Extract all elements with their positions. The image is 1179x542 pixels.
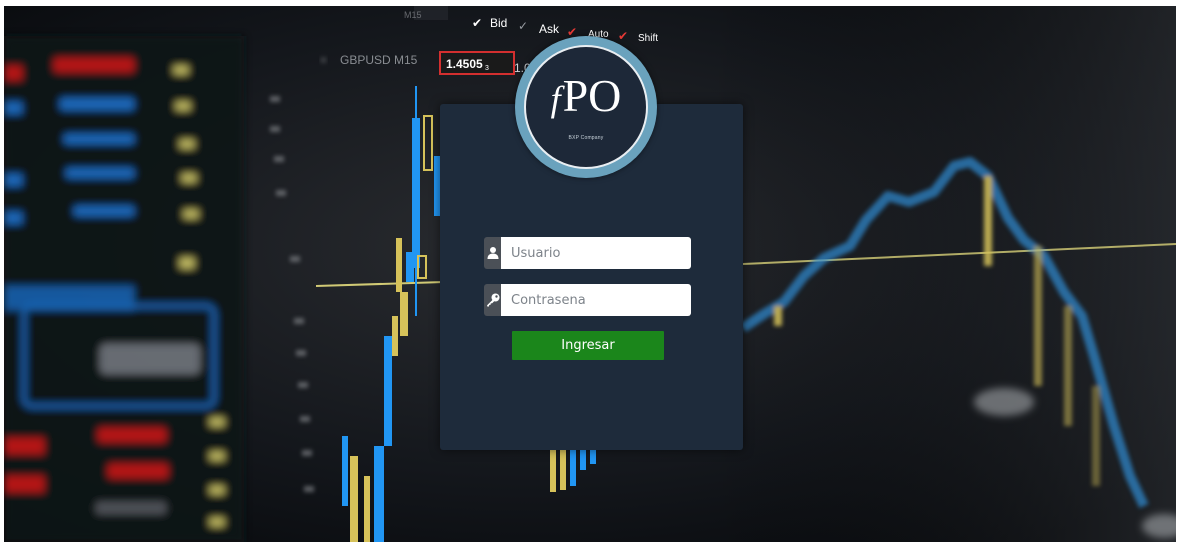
logo-badge: fPO BXP Company xyxy=(515,36,657,178)
svg-text:M15: M15 xyxy=(404,10,422,20)
svg-text:✔: ✔ xyxy=(618,29,628,43)
password-input[interactable] xyxy=(501,284,691,316)
logo-mark-text: PO xyxy=(562,70,622,121)
logo-inner-circle: fPO BXP Company xyxy=(524,45,648,169)
login-button[interactable]: Ingresar xyxy=(512,331,664,360)
logo-mark: fPO xyxy=(526,73,646,122)
logo-mark-f: f xyxy=(550,79,561,119)
username-field xyxy=(484,237,691,269)
password-field xyxy=(484,284,691,316)
toolbar-shift-label: Shift xyxy=(638,33,658,44)
symbol-label: GBPUSD M15 xyxy=(340,53,418,67)
toolbar-bid-label: Bid xyxy=(490,16,507,30)
svg-text:≡: ≡ xyxy=(320,53,327,67)
svg-text:✓: ✓ xyxy=(518,19,528,33)
key-icon xyxy=(484,284,501,316)
price-label: 1.4505 xyxy=(446,57,483,71)
username-input[interactable] xyxy=(501,237,691,269)
price-label-suffix: 3 xyxy=(485,65,489,72)
toolbar-ask-label: Ask xyxy=(539,22,560,36)
toolbar-check-icon: ✔ xyxy=(472,16,482,30)
logo-subtitle: BXP Company xyxy=(568,135,604,141)
user-icon xyxy=(484,237,501,269)
